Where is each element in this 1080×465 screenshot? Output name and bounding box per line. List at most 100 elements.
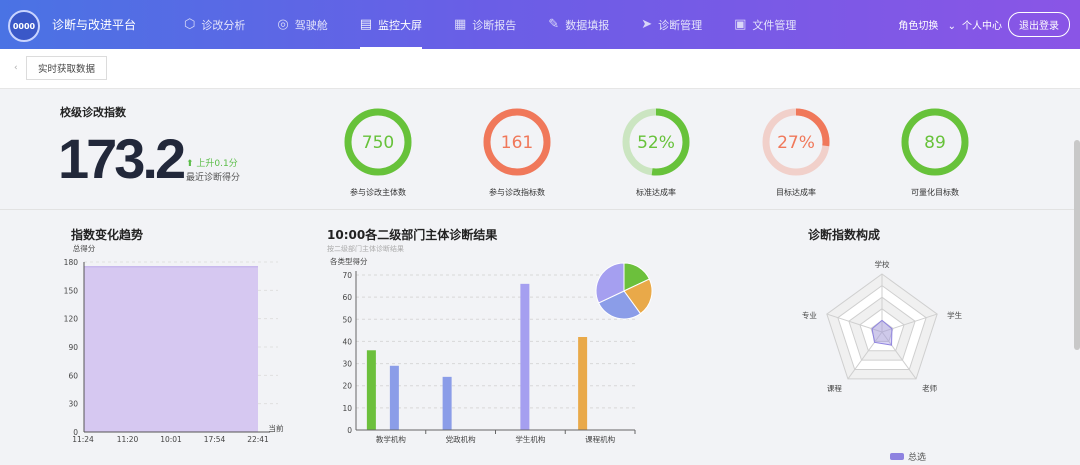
index-change: ⬆ 上升0.1分 (186, 156, 238, 169)
ring-label: 参与诊改主体数 (350, 188, 406, 197)
ring-label: 可量化目标数 (911, 188, 959, 197)
nav-item-5[interactable]: ✎ 数据填报 (548, 0, 609, 49)
y-tick-label: 60 (342, 293, 352, 302)
x-tick-label: 党政机构 (446, 434, 476, 444)
index-change-sub: 最近诊断得分 (186, 173, 241, 183)
nav-item-4[interactable]: ▦ 诊断报告 (454, 0, 516, 49)
x-tick-label: 课程机构 (585, 434, 615, 444)
y-tick-label: 70 (342, 271, 352, 280)
logo: 0000 (8, 10, 40, 42)
ring-label: 参与诊改指标数 (489, 188, 545, 197)
x-tick-label: 学生机构 (515, 434, 545, 444)
realtime-data-button[interactable]: 实时获取数据 (26, 56, 108, 80)
index-change-text: 上升0.1分 (196, 159, 238, 169)
x-tick-label: 教学机构 (376, 434, 406, 444)
index-title: 校级诊改指数 (60, 106, 126, 119)
top-header: 0000 诊断与改进平台 ⬡ 诊改分析 ◎ 驾驶舱 ▤ 监控大屏 ▦ 诊断报告 ✎ 数据填报 ➤ 诊断… (0, 0, 1080, 49)
nav-item-6[interactable]: ➤ 诊断管理 (641, 0, 702, 49)
send-icon: ➤ (641, 17, 653, 32)
index-value: 173.2 (58, 127, 186, 190)
logout-button[interactable]: 退出登录 (1008, 12, 1070, 37)
y-tick-label: 180 (64, 258, 79, 267)
ring-value: 161 (501, 133, 533, 153)
nav-label: 数据填报 (565, 18, 610, 32)
bar (389, 365, 399, 430)
chevron-down-icon: ⌄ (947, 21, 956, 32)
nav-label: 监控大屏 (378, 18, 422, 32)
ring-value: 89 (924, 133, 946, 153)
radar-legend-label: 总选 (908, 453, 927, 463)
x-tick-label: 11:24 (72, 435, 94, 444)
app-title: 诊断与改进平台 (52, 18, 137, 32)
y-tick-label: 40 (342, 337, 352, 346)
role-switch-dropdown[interactable]: 角色切换 ⌄ (892, 17, 956, 32)
ring-gauge: 161 (483, 108, 551, 176)
bar (520, 283, 530, 430)
nav-item-7[interactable]: ▣ 文件管理 (734, 0, 796, 49)
monitor-icon: ▤ (359, 17, 372, 32)
radar-title: 诊断指数构成 (808, 228, 881, 242)
radar-chart: 学校学生老师 课程 专业 (802, 259, 963, 393)
y-tick-label: 150 (64, 286, 79, 295)
trend-chart: 总得分030609012015018011:24 11:20 10:01 17:54 2… (64, 243, 284, 444)
radar-legend[interactable]: 总选 (890, 450, 926, 463)
nav-item-2[interactable]: ◎ 驾驶舱 (277, 0, 327, 49)
summary-panel: 校级诊改指数 173.2 ⬆ 上升0.1分 最近诊断得分 750 参与诊改主体数 1… (0, 90, 1080, 210)
ring-gauge: 52% (622, 108, 690, 176)
y-tick-label: 30 (342, 360, 352, 369)
radar-indicator-label: 学生 (947, 310, 963, 320)
nav-item-1[interactable]: ⬡ 诊改分析 (184, 0, 245, 49)
x-tick-label: 22:41 (247, 435, 269, 444)
x-tick-label: 11:20 (117, 435, 139, 444)
bar (366, 350, 376, 430)
ring-value: 750 (362, 133, 394, 153)
y-tick-label: 10 (342, 404, 352, 413)
radar-indicator-label: 学校 (875, 259, 890, 269)
trend-ylabel: 总得分 (73, 243, 96, 253)
ring-label: 目标达成率 (776, 188, 816, 197)
nav-label: 诊改分析 (201, 18, 246, 32)
trend-area (84, 266, 258, 432)
bar (442, 376, 452, 430)
collapse-arrow-icon[interactable]: ‹ (14, 63, 18, 73)
radar-indicator-label: 老师 (922, 383, 937, 393)
ring-value: 27% (777, 133, 815, 153)
dept-ylabel: 各类型得分 (330, 256, 368, 266)
x-tick-label: 10:01 (160, 435, 182, 444)
gauge-icon: ◎ (277, 17, 289, 32)
role-switch-label: 角色切换 (898, 21, 939, 32)
report-icon: ▦ (454, 17, 467, 32)
y-tick-label: 120 (64, 315, 79, 324)
dept-title: 10:00各二级部门主体诊断结果 (327, 228, 498, 242)
dept-chart: 各类型得分 0 10 20 30 40 50 60 70 教学机构 党政机构 学生机构 课程机构 (330, 256, 653, 444)
toolbar: ‹ 实时获取数据 (0, 49, 1080, 89)
y-tick-label: 0 (347, 426, 352, 435)
nav-label: 诊断报告 (472, 18, 517, 32)
ring-gauge: 89 (901, 108, 969, 176)
header-actions: 角色切换 ⌄ 个人中心 退出登录 (886, 12, 1070, 37)
y-tick-label: 20 (342, 382, 352, 391)
ring-value: 52% (637, 133, 675, 153)
cube-icon: ⬡ (184, 17, 196, 32)
file-icon: ▣ (734, 17, 747, 32)
nav-label: 驾驶舱 (294, 18, 328, 32)
vertical-scrollbar[interactable] (1074, 140, 1080, 350)
radar-indicator-label: 专业 (802, 310, 817, 320)
radar-indicator-label: 课程 (827, 384, 842, 393)
main-nav: ⬡ 诊改分析 ◎ 驾驶舱 ▤ 监控大屏 ▦ 诊断报告 ✎ 数据填报 ➤ 诊断管理 ▣ 文件管理 (184, 0, 828, 49)
y-tick-label: 30 (68, 400, 78, 409)
y-tick-label: 50 (342, 315, 352, 324)
ring-label: 标准达成率 (636, 188, 676, 197)
user-center-link[interactable]: 个人中心 (962, 17, 1002, 32)
legend-swatch (890, 453, 904, 460)
x-end-label: 当前 (269, 423, 284, 433)
ring-gauge: 27% (762, 108, 830, 176)
bar (578, 337, 588, 430)
x-tick-label: 17:54 (204, 435, 226, 444)
nav-label: 文件管理 (752, 18, 797, 32)
arrow-up-icon: ⬆ (186, 159, 194, 169)
y-tick-label: 60 (68, 371, 78, 380)
nav-label: 诊断管理 (658, 18, 703, 32)
nav-item-3[interactable]: ▤ 监控大屏 (359, 0, 423, 49)
edit-icon: ✎ (548, 17, 560, 32)
